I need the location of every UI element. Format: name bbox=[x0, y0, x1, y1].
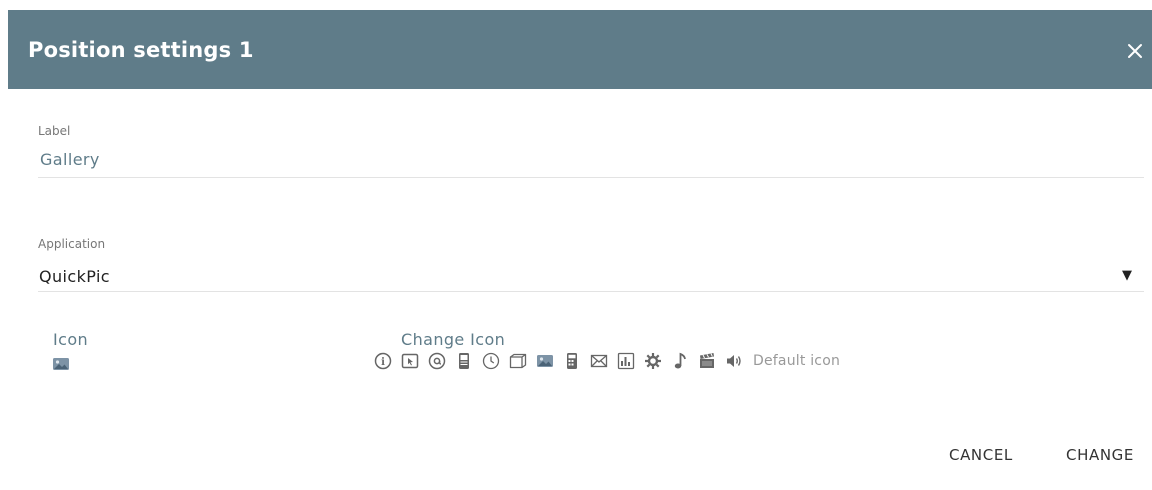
dialog-title: Position settings 1 bbox=[28, 38, 254, 62]
gallery-icon bbox=[52, 356, 70, 372]
caret-down-icon[interactable]: ▼ bbox=[1122, 268, 1132, 283]
application-field-caption: Application bbox=[38, 237, 106, 251]
clock-icon[interactable] bbox=[482, 352, 500, 370]
folder-icon[interactable] bbox=[509, 352, 527, 370]
calculator-icon[interactable] bbox=[563, 352, 581, 370]
music-note-icon[interactable] bbox=[671, 352, 689, 370]
change-icon-section-title: Change Icon bbox=[401, 330, 506, 349]
close-icon[interactable] bbox=[1124, 40, 1146, 62]
phone-icon[interactable] bbox=[455, 352, 473, 370]
label-input-underline bbox=[38, 177, 1144, 178]
chart-icon[interactable] bbox=[617, 352, 635, 370]
cancel-button[interactable]: CANCEL bbox=[949, 446, 1013, 464]
icon-picker-row: i Default icon bbox=[374, 352, 840, 370]
gear-icon[interactable] bbox=[644, 352, 662, 370]
clapperboard-icon[interactable] bbox=[698, 352, 716, 370]
icon-section-title: Icon bbox=[53, 330, 89, 349]
default-icon-option[interactable]: Default icon bbox=[753, 353, 840, 369]
speaker-icon[interactable] bbox=[725, 352, 743, 370]
application-select[interactable]: QuickPic bbox=[39, 267, 110, 286]
mail-icon[interactable] bbox=[590, 352, 608, 370]
at-sign-icon[interactable] bbox=[428, 352, 446, 370]
dialog-header: Position settings 1 bbox=[8, 10, 1152, 89]
change-button[interactable]: CHANGE bbox=[1066, 446, 1134, 464]
position-settings-dialog: Position settings 1 Label Gallery Applic… bbox=[8, 0, 1152, 490]
info-icon[interactable]: i bbox=[374, 352, 392, 370]
gallery-icon[interactable] bbox=[536, 352, 554, 370]
svg-text:i: i bbox=[381, 357, 385, 368]
cursor-icon[interactable] bbox=[401, 352, 419, 370]
label-input[interactable]: Gallery bbox=[40, 150, 100, 169]
application-select-underline bbox=[38, 291, 1144, 292]
label-field-caption: Label bbox=[38, 124, 71, 138]
